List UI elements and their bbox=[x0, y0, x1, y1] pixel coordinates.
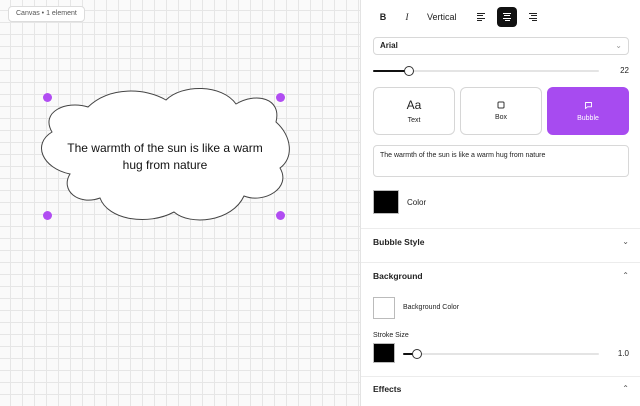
font-size-knob[interactable] bbox=[404, 66, 414, 76]
canvas[interactable]: Canvas • 1 element The warmth of the sun… bbox=[0, 0, 360, 406]
type-text-label: Text bbox=[407, 117, 421, 124]
resize-handle-bottom-left[interactable] bbox=[43, 211, 52, 220]
type-bubble-label: Bubble bbox=[577, 114, 599, 122]
align-center-button[interactable] bbox=[497, 7, 517, 27]
bubble-text[interactable]: The warmth of the sun is like a warm hug… bbox=[58, 140, 272, 174]
chevron-down-icon: ⌄ bbox=[622, 237, 629, 246]
vertical-button[interactable]: Vertical bbox=[423, 7, 461, 27]
bubble-style-section-header[interactable]: Bubble Style ⌄ bbox=[373, 235, 629, 249]
background-color-swatch[interactable] bbox=[373, 297, 395, 319]
align-left-icon bbox=[477, 12, 485, 22]
font-family-value: Arial bbox=[380, 41, 398, 50]
resize-handle-bottom-right[interactable] bbox=[276, 211, 285, 220]
align-center-icon bbox=[503, 12, 511, 22]
bold-label: B bbox=[379, 12, 387, 22]
chevron-down-icon: ⌄ bbox=[615, 41, 622, 50]
background-title: Background bbox=[373, 271, 423, 281]
stroke-size-slider[interactable] bbox=[403, 349, 599, 359]
chevron-up-icon: ⌃ bbox=[622, 271, 629, 280]
divider bbox=[361, 376, 640, 377]
divider bbox=[361, 228, 640, 229]
properties-panel: B I Vertical Arial ⌄ 22 Aa Text Box Bubb… bbox=[360, 0, 640, 406]
background-section-header[interactable]: Background ⌃ bbox=[373, 269, 629, 283]
stroke-size-label: Stroke Size bbox=[373, 332, 409, 339]
text-toolbar: B I Vertical bbox=[373, 7, 633, 27]
bold-button[interactable]: B bbox=[373, 7, 393, 27]
chevron-up-icon: ⌃ bbox=[622, 384, 629, 393]
type-box-card[interactable]: Box bbox=[460, 87, 542, 135]
font-size-slider[interactable] bbox=[373, 66, 599, 76]
bubble-style-title: Bubble Style bbox=[373, 237, 425, 247]
box-icon bbox=[497, 101, 505, 109]
bubble-text-input[interactable]: The warmth of the sun is like a warm hug… bbox=[373, 145, 629, 177]
align-right-button[interactable] bbox=[523, 7, 543, 27]
background-color-label: Background Color bbox=[403, 304, 460, 311]
italic-label: I bbox=[405, 12, 409, 22]
align-left-button[interactable] bbox=[471, 7, 491, 27]
resize-handle-top-left[interactable] bbox=[43, 93, 52, 102]
text-color-swatch[interactable] bbox=[373, 190, 399, 214]
align-right-icon bbox=[529, 12, 537, 22]
stroke-size-knob[interactable] bbox=[412, 349, 422, 359]
speech-bubble[interactable] bbox=[0, 0, 360, 406]
effects-section-header[interactable]: Effects ⌃ bbox=[373, 382, 629, 396]
italic-button[interactable]: I bbox=[397, 7, 417, 27]
type-text-card[interactable]: Aa Text bbox=[373, 87, 455, 135]
resize-handle-top-right[interactable] bbox=[276, 93, 285, 102]
type-bubble-card[interactable]: Bubble bbox=[547, 87, 629, 135]
divider bbox=[361, 262, 640, 263]
font-family-select[interactable]: Arial ⌄ bbox=[373, 37, 629, 55]
type-box-label: Box bbox=[494, 114, 508, 121]
text-type-icon: Aa bbox=[406, 98, 422, 112]
vertical-label: Vertical bbox=[427, 12, 457, 22]
stroke-size-value: 1.0 bbox=[617, 349, 629, 358]
stroke-color-swatch[interactable] bbox=[373, 343, 395, 363]
effects-title: Effects bbox=[373, 384, 402, 394]
bubble-icon bbox=[584, 101, 592, 109]
font-size-value: 22 bbox=[620, 66, 629, 75]
stroke-size-track bbox=[403, 353, 599, 355]
color-label: Color bbox=[407, 198, 427, 207]
